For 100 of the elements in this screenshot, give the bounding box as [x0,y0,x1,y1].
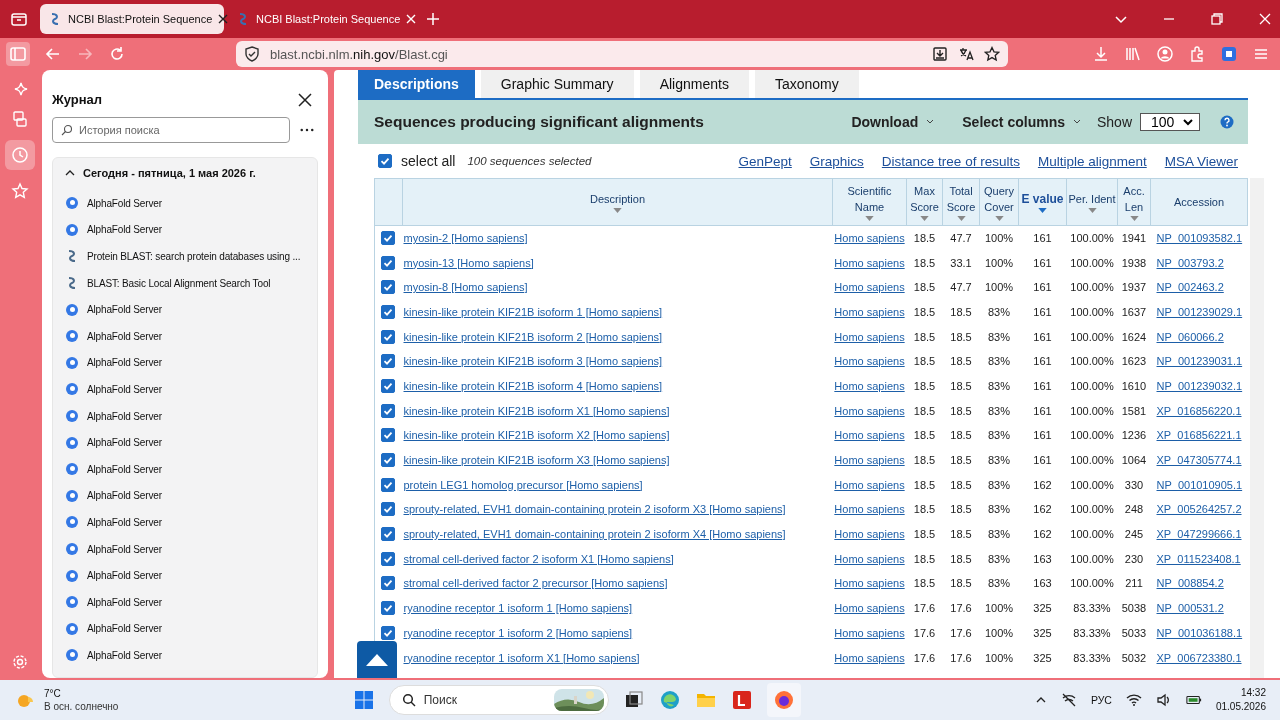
table-link[interactable]: NP_001239029.1 [1156,305,1243,318]
row-checkbox[interactable] [381,576,395,591]
table-link[interactable]: Homo sapiens [834,379,905,392]
language-indicator[interactable]: РУС [1090,694,1112,706]
table-link[interactable]: kinesin-like protein KIF21B isoform 2 [Homo sapiens] [403,330,663,343]
row-checkbox[interactable] [381,625,395,640]
table-link[interactable]: Homo sapiens [834,355,905,368]
table-link[interactable]: XP_047305774.1 [1156,454,1242,467]
column-header[interactable]: Accession [1150,178,1248,226]
table-link[interactable]: Homo sapiens [834,503,905,516]
table-link[interactable]: stromal cell-derived factor 2 precursor [Homo sapiens] [403,577,668,590]
shield-icon[interactable] [244,46,260,62]
collapse-icon[interactable] [65,168,75,178]
column-header[interactable]: Query Cover [979,178,1019,226]
download-icon[interactable] [1092,45,1110,63]
account-icon[interactable] [1156,45,1174,63]
history-item[interactable]: AlphaFold Server [87,623,162,635]
table-link[interactable]: sprouty-related, EVH1 domain-containing protein 2 isoform X4 [Homo sapiens] [403,528,786,541]
browser-tab[interactable]: NCBI Blast:Protein Sequence [228,4,412,34]
close-icon[interactable] [218,14,229,24]
tool-link[interactable]: Graphics [809,153,864,169]
table-link[interactable]: NP_000531.2 [1156,602,1224,615]
table-link[interactable]: Homo sapiens [834,478,905,491]
row-checkbox[interactable] [381,231,395,246]
scrollbar[interactable] [1250,178,1264,678]
column-header[interactable]: Scientific Name [832,178,907,226]
table-link[interactable]: Homo sapiens [834,528,905,541]
browser-taskbar-button[interactable] [766,683,801,717]
table-link[interactable]: myosin-13 [Homo sapiens] [403,256,534,269]
wifi-icon[interactable] [1125,692,1142,708]
table-link[interactable]: kinesin-like protein KIF21B isoform 4 [Homo sapiens] [403,379,663,392]
library-icon[interactable] [1124,45,1142,63]
table-link[interactable]: Homo sapiens [834,577,905,590]
table-link[interactable]: kinesin-like protein KIF21B isoform 1 [Homo sapiens] [403,305,663,318]
extensions-icon[interactable] [1188,45,1206,63]
reload-icon[interactable] [108,45,126,63]
translate-icon[interactable] [958,46,974,62]
new-tab-icon[interactable] [426,12,440,26]
app-icon[interactable] [730,689,753,711]
column-header[interactable]: Total Score [942,178,980,226]
clock-date[interactable]: 01.05.2026 [1215,700,1266,714]
table-link[interactable]: ryanodine receptor 1 isoform 2 [Homo sapiens] [403,626,633,639]
tool-link[interactable]: GenPept [738,153,792,169]
history-item[interactable]: AlphaFold Server [87,197,162,209]
table-link[interactable]: NP_001093582.1 [1156,232,1243,245]
row-checkbox[interactable] [381,329,395,344]
table-link[interactable]: kinesin-like protein KIF21B isoform X2 [Homo sapiens] [403,429,670,442]
table-link[interactable]: NP_001239032.1 [1156,379,1243,392]
table-link[interactable]: myosin-8 [Homo sapiens] [403,281,528,294]
table-link[interactable]: Homo sapiens [834,256,905,269]
table-link[interactable]: ryanodine receptor 1 isoform 1 [Homo sapiens] [403,602,633,615]
table-link[interactable]: NP_060066.2 [1156,330,1224,343]
table-link[interactable]: kinesin-like protein KIF21B isoform 3 [Homo sapiens] [403,355,663,368]
table-link[interactable]: NP_003793.2 [1156,256,1224,269]
tool-link[interactable]: Distance tree of results [881,153,1020,169]
column-header[interactable]: E value [1018,178,1067,226]
table-link[interactable]: Homo sapiens [834,305,905,318]
column-header[interactable]: Per. Ident [1066,178,1118,226]
table-link[interactable]: Homo sapiens [834,404,905,417]
table-link[interactable]: Homo sapiens [834,651,905,664]
table-link[interactable]: XP_011523408.1 [1156,552,1241,565]
network-off-icon[interactable] [1060,692,1077,708]
extension-icon[interactable] [1220,45,1238,63]
history-item[interactable]: AlphaFold Server [87,224,162,236]
row-checkbox[interactable] [381,477,395,492]
history-item[interactable]: AlphaFold Server [87,649,162,661]
history-item[interactable]: AlphaFold Server [87,543,162,555]
table-link[interactable]: XP_047299666.1 [1156,528,1242,541]
select-columns-menu[interactable]: Select columns [962,114,1081,130]
row-checkbox[interactable] [381,403,395,418]
column-header[interactable]: Description [402,178,833,226]
results-tab[interactable]: Graphic Summary [480,70,634,98]
table-link[interactable]: protein LEG1 homolog precursor [Homo sapiens] [403,478,643,491]
table-link[interactable]: NP_002463.2 [1156,281,1224,294]
row-checkbox[interactable] [381,428,395,443]
history-item[interactable]: AlphaFold Server [87,437,162,449]
tab-list-icon[interactable] [10,10,28,28]
table-link[interactable]: Homo sapiens [834,602,905,615]
table-link[interactable]: sprouty-related, EVH1 domain-containing protein 2 isoform X3 [Homo sapiens] [403,503,786,516]
scroll-top-button[interactable] [357,641,397,678]
table-link[interactable]: Homo sapiens [834,552,905,565]
restore-icon[interactable] [1210,12,1224,26]
download-menu[interactable]: Download [851,114,935,130]
table-link[interactable]: Homo sapiens [834,626,905,639]
table-link[interactable]: kinesin-like protein KIF21B isoform X3 [Homo sapiens] [403,454,670,467]
more-icon[interactable] [300,128,314,132]
table-link[interactable]: XP_005264257.2 [1156,503,1242,516]
row-checkbox[interactable] [381,280,395,295]
save-page-icon[interactable] [932,46,948,62]
table-link[interactable]: stromal cell-derived factor 2 isoform X1 [Homo sapiens] [403,552,674,565]
table-link[interactable]: Homo sapiens [834,232,905,245]
table-link[interactable]: NP_001036188.1 [1156,626,1243,639]
table-link[interactable]: XP_006723380.1 [1156,651,1242,664]
table-link[interactable]: XP_016856220.1 [1156,404,1242,417]
help-icon[interactable] [1220,115,1234,129]
table-link[interactable]: NP_001010905.1 [1156,478,1243,491]
table-link[interactable]: XP_016856221.1 [1156,429,1242,442]
tool-link[interactable]: MSA Viewer [1164,153,1238,169]
star-icon[interactable] [11,182,29,200]
history-item[interactable]: Protein BLAST: search protein databases using ... [87,251,301,262]
